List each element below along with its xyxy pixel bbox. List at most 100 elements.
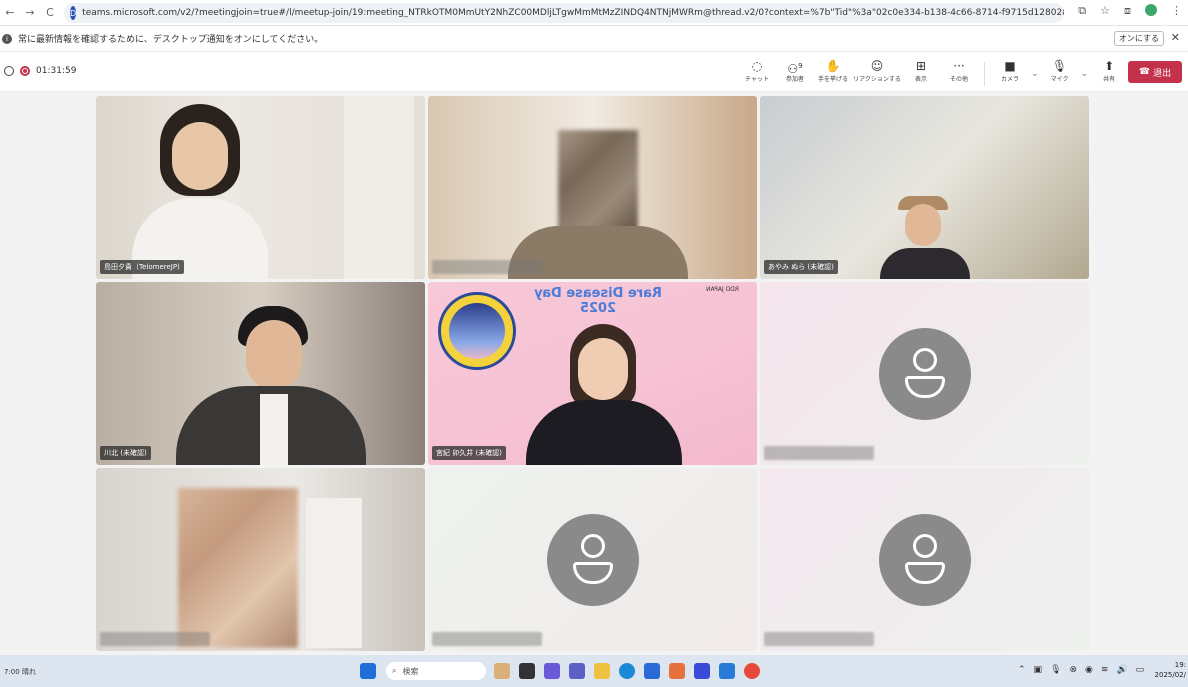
participant-name-blurred [432,632,542,646]
participant-tile[interactable]: Rare Disease Day 2025 RDD JAPAN 宮紀 卯久井 (… [428,282,757,465]
url-text: teams.microsoft.com/v2/?meetingjoin=true… [82,8,1064,18]
participant-tile[interactable]: 島田夕貴（TelomereJP) [96,96,425,279]
participant-name-blurred [100,632,210,646]
participant-face [246,320,302,390]
bookmark-star-icon[interactable]: ☆ [1100,4,1110,18]
tray-mic-icon[interactable]: 🎙 [1050,665,1061,675]
participant-name-blurred [764,632,874,646]
browser-actions: ⧉ ☆ ⧈ ⋮ [1078,4,1182,18]
mail-icon[interactable] [694,663,710,679]
view-icon: ⊞ [915,59,927,73]
participant-name: 島田夕貴（TelomereJP) [100,260,184,274]
reaction-label: リアクションする [853,76,901,83]
participant-name: 宮紀 卯久井 (未確認) [432,446,506,460]
people-button[interactable]: ⚇9 参加者 [776,58,814,90]
share-button[interactable]: ⬆ 共有 [1090,58,1128,90]
background-object [306,498,362,648]
volume-icon[interactable]: 🔊 [1116,665,1127,675]
reaction-icon: ☺ [870,59,884,73]
camera-button[interactable]: ■ カメラ [991,58,1029,90]
task-view-icon[interactable] [519,663,535,679]
participant-name: 川北 (未確認) [100,446,151,460]
photos-app-icon[interactable] [494,663,510,679]
chat-label: チャット [745,76,769,83]
leave-button[interactable]: ☎ 退出 [1128,61,1182,83]
tray-status-icon[interactable]: ⊗ [1070,665,1078,675]
participant-tile[interactable]: あやみ ぬら (未確認) [760,96,1089,279]
tray-chevron-icon[interactable]: ⌃ [1018,665,1026,675]
extensions-icon[interactable]: ⧈ [1124,4,1131,18]
store-icon[interactable] [644,663,660,679]
back-icon[interactable]: ← [0,6,20,19]
mic-options-chevron-icon[interactable]: ⌄ [1081,69,1089,79]
shield-icon [4,66,14,76]
participant-body [880,248,970,279]
taskbar-apps [360,663,376,679]
copilot-icon[interactable] [544,663,560,679]
participant-body [526,400,682,465]
install-icon[interactable]: ⧉ [1078,4,1086,18]
camera-options-chevron-icon[interactable]: ⌄ [1031,69,1039,79]
mic-button[interactable]: 🎙 マイク [1041,58,1079,90]
participant-tile[interactable] [760,282,1089,465]
reaction-button[interactable]: ☺ リアクションする [852,58,902,90]
tray-app-icon[interactable]: ▣ [1034,665,1043,675]
notification-text: 常に最新情報を確認するために、デスクトップ通知をオンにしてください。 [18,35,324,45]
window-background [344,96,414,279]
taskbar-clock[interactable]: 19: 2025/02/ [1155,660,1186,680]
meeting-timer: 01:31:59 [36,66,77,76]
participant-name-blurred [764,446,874,460]
chat-button[interactable]: ◌ チャット [738,58,776,90]
word-icon[interactable] [719,663,735,679]
reload-icon[interactable]: C [40,6,60,19]
participant-tile[interactable] [760,468,1089,651]
wifi-icon[interactable]: ≋ [1101,665,1109,675]
file-explorer-icon[interactable] [594,663,610,679]
weather-widget[interactable]: 7:00 晴れ [4,667,36,677]
view-label: 表示 [914,76,927,83]
enable-notifications-button[interactable]: オンにする [1113,31,1164,46]
share-icon: ⬆ [1104,59,1115,73]
tray-security-icon[interactable]: ◉ [1085,665,1093,675]
participant-name-blurred [432,260,542,274]
participant-count: 9 [798,62,803,70]
clock-time: 19: [1174,661,1186,669]
more-button[interactable]: ··· その他 [940,58,978,90]
recording-status: 01:31:59 [4,66,76,76]
banner-title: Rare Disease Day 2025 [534,286,662,316]
recording-icon [20,66,30,76]
taskbar-search[interactable]: ⌕ 検索 [386,662,486,680]
start-icon[interactable] [360,663,376,679]
teams-icon[interactable] [569,663,585,679]
participant-face [578,338,628,400]
close-notification-icon[interactable]: ✕ [1171,31,1180,44]
site-icon: D [70,6,77,20]
participant-tile[interactable] [428,96,757,279]
meeting-toolbar: 01:31:59 ◌ チャット ⚇9 参加者 ✋ 手を挙げる ☺ リアクションす… [0,52,1188,92]
app-icon[interactable] [669,663,685,679]
address-bar[interactable]: D teams.microsoft.com/v2/?meetingjoin=tr… [64,3,1064,23]
view-button[interactable]: ⊞ 表示 [902,58,940,90]
chrome-icon[interactable] [744,663,760,679]
notification-bar: i 常に最新情報を確認するために、デスクトップ通知をオンにしてください。 オンに… [0,26,1188,52]
search-label: 検索 [402,666,419,676]
default-avatar-icon [878,327,971,420]
participant-tile[interactable] [428,468,757,651]
camera-icon: ■ [1004,59,1016,73]
battery-icon[interactable]: ▭ [1136,665,1145,675]
browser-menu-icon[interactable]: ⋮ [1171,4,1182,18]
leave-label: 退出 [1153,68,1172,79]
profile-avatar[interactable] [1145,4,1157,16]
system-tray: ⌃ ▣ 🎙 ⊗ ◉ ≋ 🔊 ▭ [1018,665,1144,675]
more-label: その他 [949,76,968,83]
participant-tile[interactable]: 川北 (未確認) [96,282,425,465]
edge-icon[interactable] [619,663,635,679]
participant-name: あやみ ぬら (未確認) [764,260,838,274]
participant-tile[interactable] [96,468,425,651]
raise-hand-button[interactable]: ✋ 手を挙げる [814,58,852,90]
more-icon: ··· [953,59,965,73]
forward-icon[interactable]: → [20,6,40,19]
video-grid: 島田夕貴（TelomereJP) あやみ ぬら (未確認) 川北 (未確認) R… [96,96,1090,654]
hang-up-icon: ☎ [1138,67,1151,77]
participant-face [172,122,228,190]
